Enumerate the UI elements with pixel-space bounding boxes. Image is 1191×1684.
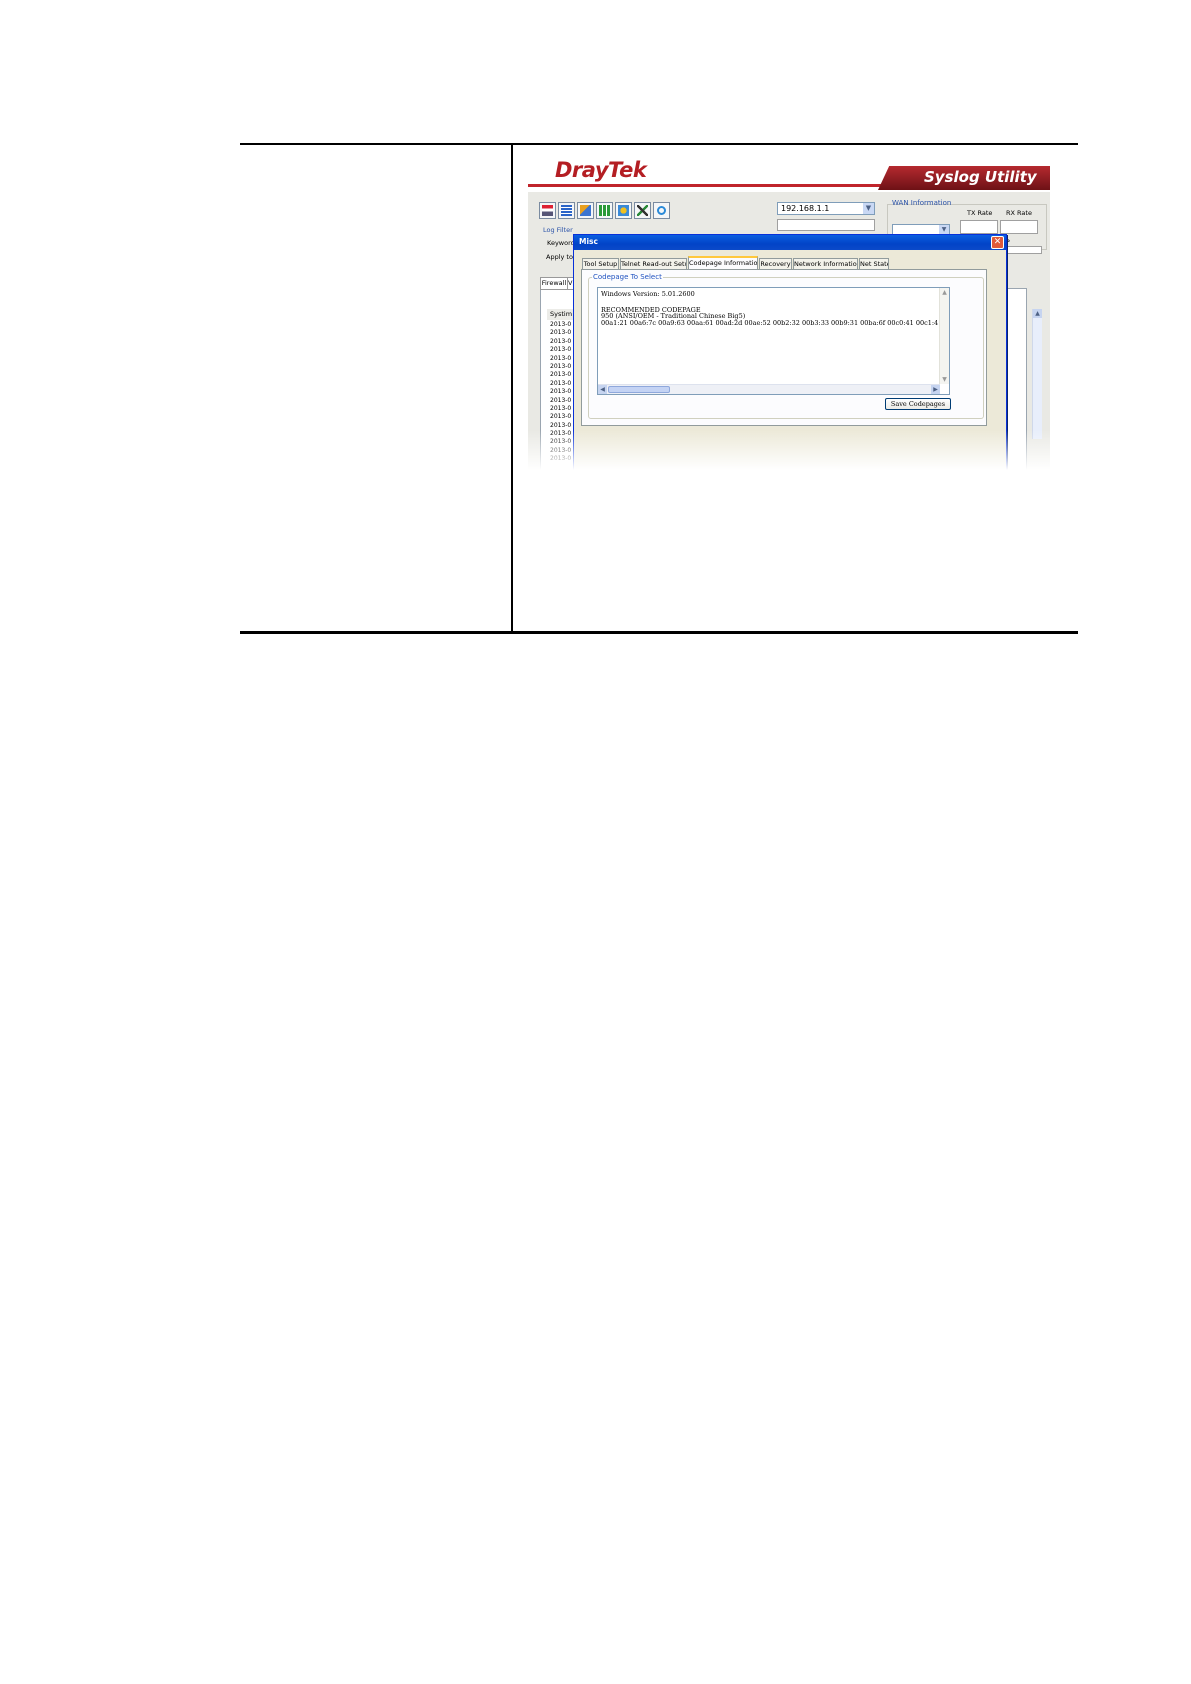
- chevron-down-icon[interactable]: ▼: [863, 203, 874, 214]
- apply-to-label: Apply to: [546, 253, 573, 261]
- router-ip-select[interactable]: 192.168.1.1 ▼: [777, 202, 875, 215]
- keyword-label: Keyword: [547, 239, 575, 247]
- rx-rate-field: [1000, 220, 1038, 234]
- draytek-logo: DrayTek: [555, 158, 647, 182]
- tab-tool-setup[interactable]: Tool Setup: [582, 258, 619, 269]
- app-banner: DrayTek Syslog Utility: [528, 154, 1050, 192]
- tx-rate-label: TX Rate: [967, 209, 993, 217]
- save-icon[interactable]: [539, 202, 556, 219]
- table-top-rule: [240, 143, 1078, 145]
- log-scrollbar[interactable]: ▲: [1032, 309, 1042, 439]
- tab-network-information[interactable]: Network Information: [793, 258, 858, 269]
- table-row[interactable]: 2013-0: [550, 355, 571, 363]
- tab-recovery[interactable]: Recovery: [759, 258, 792, 269]
- table-row[interactable]: 2013-0: [550, 371, 571, 379]
- log-filter-label: Log Filter: [543, 226, 573, 234]
- table-row[interactable]: 2013-0: [550, 405, 571, 413]
- banner-red-line: [528, 184, 888, 187]
- table-row[interactable]: 2013-0: [550, 338, 571, 346]
- wan-ip-field: [1004, 246, 1042, 254]
- table-icon[interactable]: [596, 202, 613, 219]
- windows-version-line: Windows Version: 5.01.2600: [601, 290, 695, 298]
- table-column-divider: [511, 145, 513, 631]
- router-status-field: [777, 219, 875, 231]
- tx-rate-field: [960, 220, 998, 234]
- close-icon[interactable]: ✕: [991, 236, 1004, 249]
- rx-rate-label: RX Rate: [1006, 209, 1032, 217]
- tab-codepage-information[interactable]: Codepage Information: [688, 256, 758, 270]
- dialog-title: Misc: [579, 237, 598, 246]
- scroll-left-icon[interactable]: ◀: [598, 385, 607, 394]
- scroll-right-icon[interactable]: ▶: [931, 385, 940, 394]
- export-icon[interactable]: [577, 202, 594, 219]
- tab-telnet-readout-setup[interactable]: Telnet Read-out Setup: [620, 258, 687, 269]
- syslog-screenshot: DrayTek Syslog Utility 192.168.1.1 ▼ WAN…: [528, 154, 1050, 470]
- table-row[interactable]: 2013-0: [550, 346, 571, 354]
- table-row[interactable]: 2013-0: [550, 413, 571, 421]
- save-codepages-button[interactable]: Save Codepages: [885, 398, 951, 410]
- filter-icon[interactable]: [615, 202, 632, 219]
- table-bottom-rule: [240, 631, 1078, 634]
- text-vertical-scrollbar[interactable]: ▲ ▼: [939, 288, 949, 384]
- tab-firewall[interactable]: Firewall: [540, 277, 568, 290]
- wan-info-label: WAN Information: [892, 199, 952, 207]
- table-row[interactable]: 2013-0: [550, 321, 571, 329]
- horizontal-scroll-thumb[interactable]: [608, 386, 670, 393]
- dialog-title-bar[interactable]: Misc ✕: [574, 235, 1006, 250]
- product-name: Syslog Utility: [924, 168, 1037, 186]
- table-row[interactable]: 2013-0: [550, 422, 571, 430]
- list-icon[interactable]: [558, 202, 575, 219]
- tools-icon[interactable]: [634, 202, 651, 219]
- refresh-icon[interactable]: [653, 202, 670, 219]
- table-row[interactable]: 2013-0: [550, 363, 571, 371]
- codepage-group-label: Codepage To Select: [592, 273, 663, 281]
- router-ip-value: 192.168.1.1: [781, 204, 830, 213]
- codepage-map-line: 00a1:21 00a6:7c 00a9:63 00aa:61 00ad:2d …: [601, 319, 949, 327]
- table-row[interactable]: 2013-0: [550, 380, 571, 388]
- scroll-up-icon[interactable]: ▲: [940, 288, 949, 297]
- scroll-up-icon[interactable]: ▲: [1033, 309, 1042, 318]
- scroll-down-icon[interactable]: ▼: [940, 375, 949, 384]
- table-row[interactable]: 2013-0: [550, 388, 571, 396]
- table-row[interactable]: 2013-0: [550, 329, 571, 337]
- screenshot-fade: [528, 430, 1050, 470]
- codepage-text-area[interactable]: Windows Version: 5.01.2600 RECOMMENDED C…: [597, 287, 950, 395]
- text-horizontal-scrollbar[interactable]: ◀ ▶: [598, 384, 940, 394]
- table-row[interactable]: 2013-0: [550, 397, 571, 405]
- tab-net-state[interactable]: Net State: [859, 258, 889, 269]
